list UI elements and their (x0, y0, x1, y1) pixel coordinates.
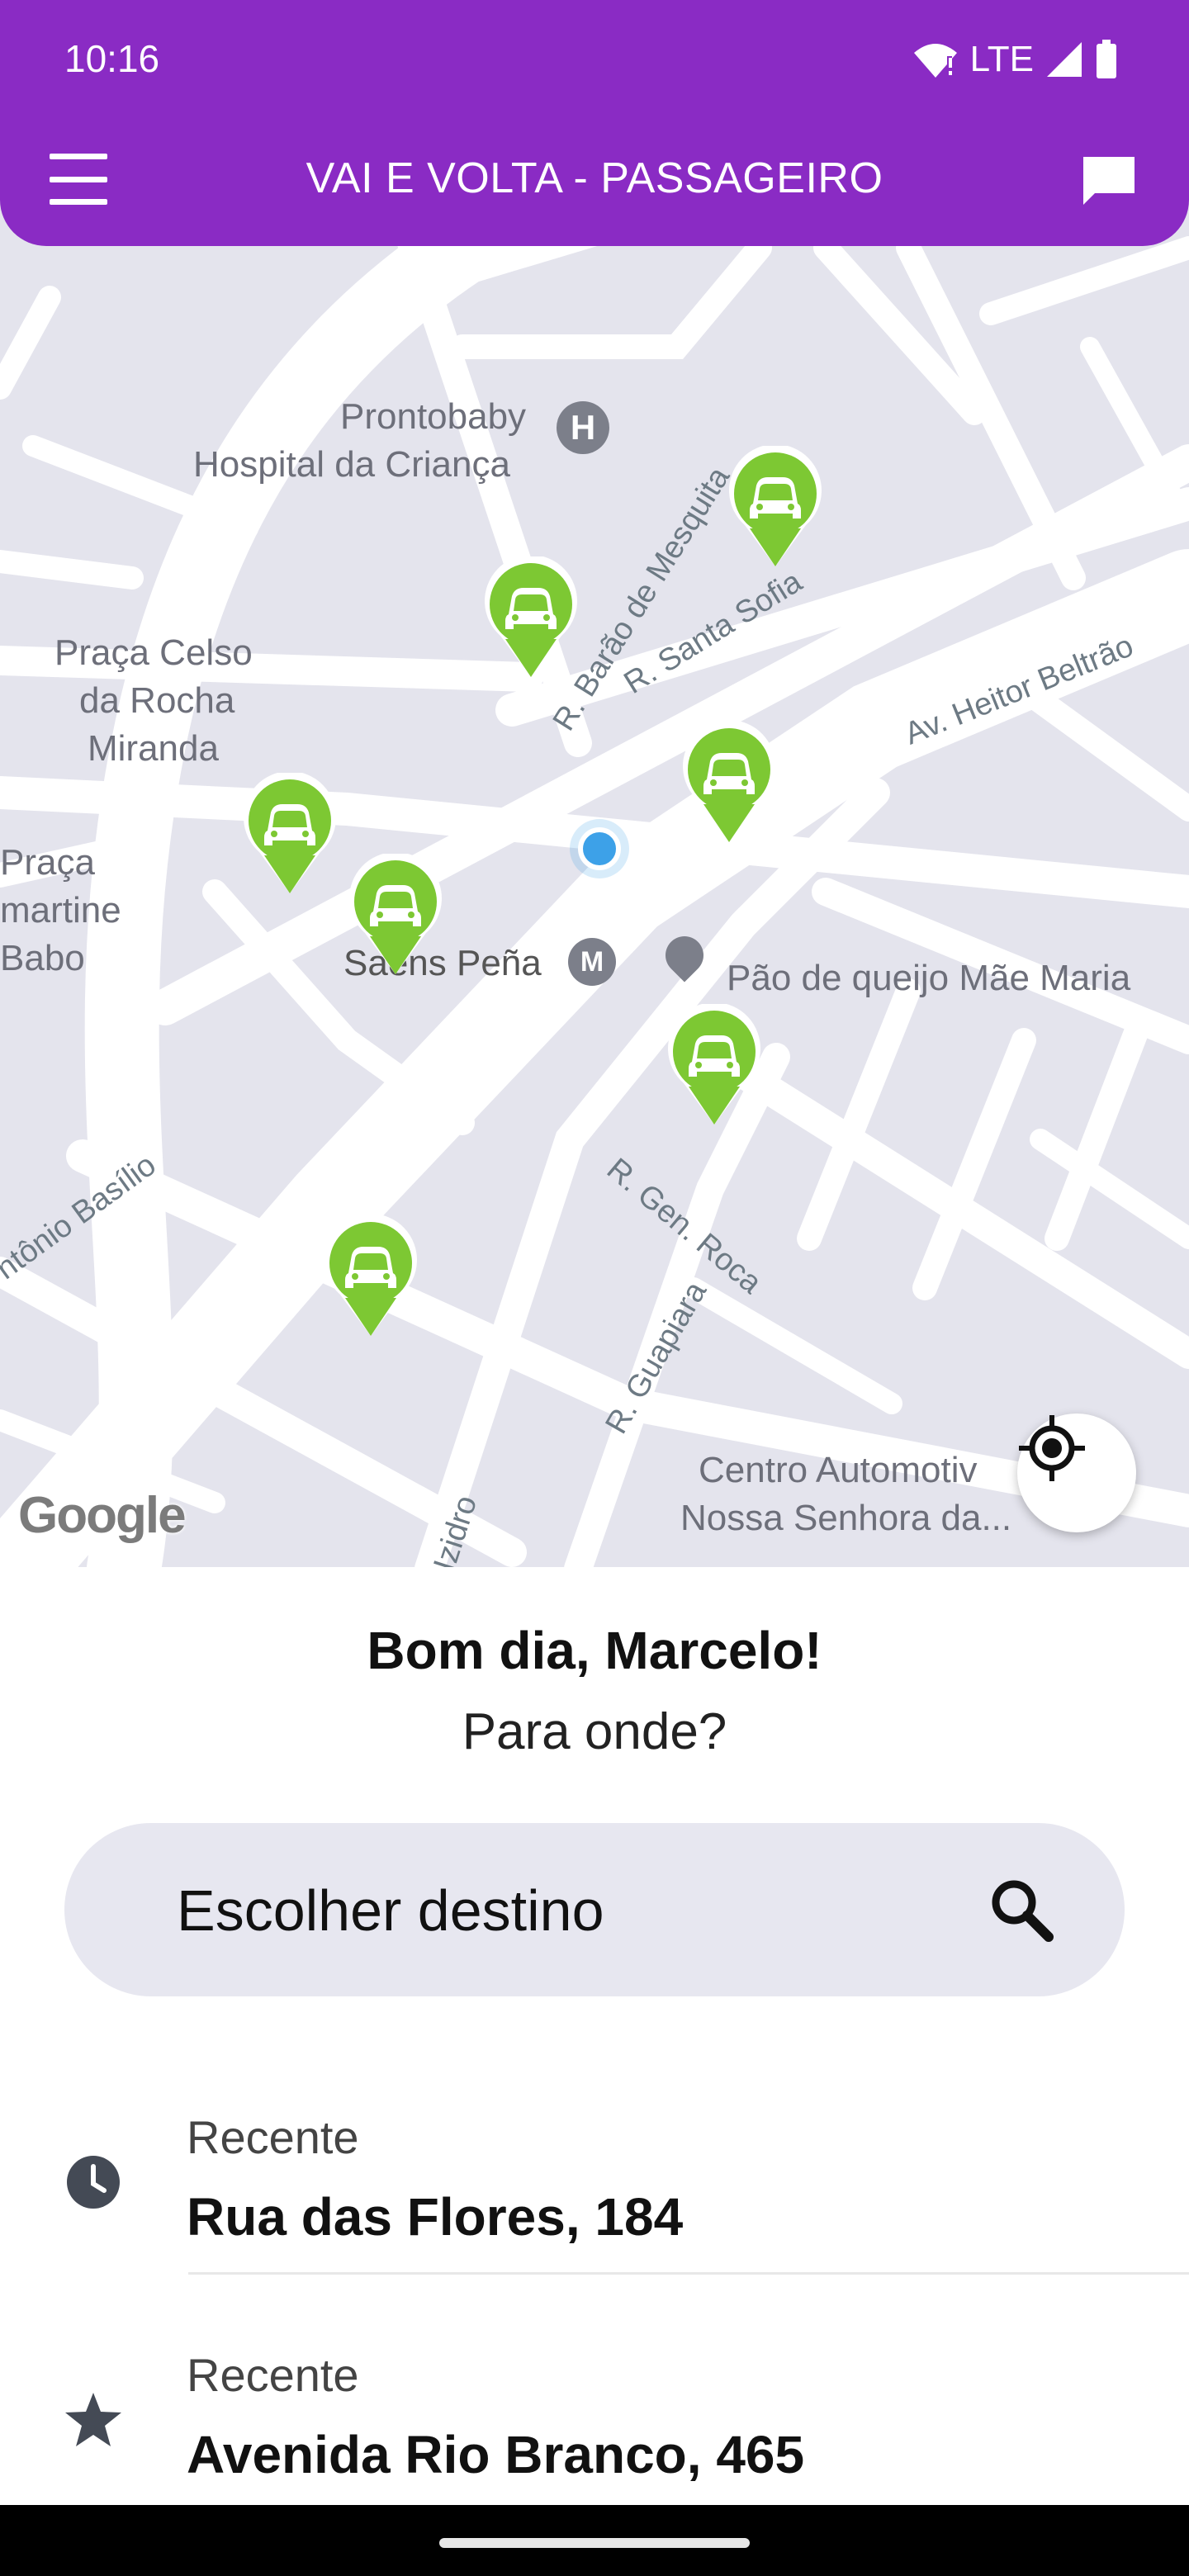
home-gesture-handle[interactable] (439, 2538, 750, 2548)
destination-search-bar[interactable]: Escolher destino (64, 1823, 1125, 1996)
map-place-label: Praça (0, 842, 95, 883)
clock-icon (67, 2156, 120, 2209)
car-marker[interactable] (482, 556, 580, 677)
user-location-marker (578, 827, 621, 870)
car-icon (485, 556, 577, 677)
recent-address: Rua das Flores, 184 (187, 2187, 684, 2247)
recent-destination-item[interactable]: Recente Rua das Flores, 184 (0, 2062, 1189, 2294)
destination-panel: Bom dia, Marcelo! Para onde? Escolher de… (0, 1567, 1189, 2507)
car-icon (683, 722, 775, 842)
google-attribution: Google (18, 1487, 187, 1544)
crosshair-icon (1019, 1415, 1085, 1481)
my-location-button[interactable] (1017, 1413, 1136, 1532)
car-marker[interactable] (727, 446, 824, 566)
map-place-label: Centro Automotiv (699, 1450, 978, 1490)
chat-icon (1083, 157, 1135, 205)
recent-destination-item[interactable]: Recente Avenida Rio Branco, 465 (0, 2277, 1189, 2508)
star-icon (65, 2393, 121, 2446)
car-marker[interactable] (322, 1215, 419, 1336)
destination-question: Para onde? (462, 1703, 727, 1760)
map-place-label: Praça Celso (54, 632, 253, 673)
car-icon (244, 773, 336, 893)
map-place-label: da Rocha (79, 680, 235, 721)
status-time: 10:16 (64, 37, 160, 80)
system-navigation-bar (0, 2505, 1189, 2576)
search-label: Escolher destino (177, 1878, 604, 1943)
app-title: VAI E VOLTA - PASSAGEIRO (306, 154, 883, 202)
greeting-text: Bom dia, Marcelo! (367, 1621, 822, 1680)
network-type: LTE (969, 39, 1034, 79)
wifi-icon (913, 44, 957, 78)
map-place-label: Prontobaby (340, 396, 527, 437)
car-marker[interactable] (347, 854, 444, 974)
map-place-label: Miranda (88, 728, 219, 769)
car-icon (729, 446, 822, 566)
chat-button[interactable] (1080, 154, 1138, 208)
map-place-label: Pão de queijo Mãe Maria (727, 958, 1131, 998)
recent-label: Recente (187, 2349, 359, 2401)
battery-icon (1097, 40, 1116, 78)
metro-icon: M (568, 938, 616, 986)
map-place-label: Nossa Senhora da... (680, 1498, 1012, 1538)
search-icon (992, 1880, 1054, 1942)
recent-address: Avenida Rio Branco, 465 (187, 2425, 805, 2484)
status-icons: LTE (912, 36, 1118, 83)
list-divider (188, 2272, 1189, 2275)
map-place-label: Babo (0, 938, 85, 978)
car-marker[interactable] (241, 773, 339, 893)
car-marker[interactable] (680, 722, 778, 842)
car-icon (349, 854, 442, 974)
recent-label: Recente (187, 2111, 359, 2163)
signal-icon (1047, 42, 1082, 77)
hospital-icon: H (557, 401, 609, 454)
car-icon (668, 1004, 760, 1125)
app-header: 10:16 LTE VAI E VOLTA - PASSAGEIRO (0, 0, 1189, 246)
car-icon (324, 1215, 417, 1336)
map-place-label: Hospital da Criança (193, 444, 510, 485)
car-marker[interactable] (666, 1004, 763, 1125)
map-place-label: martine (0, 890, 121, 930)
